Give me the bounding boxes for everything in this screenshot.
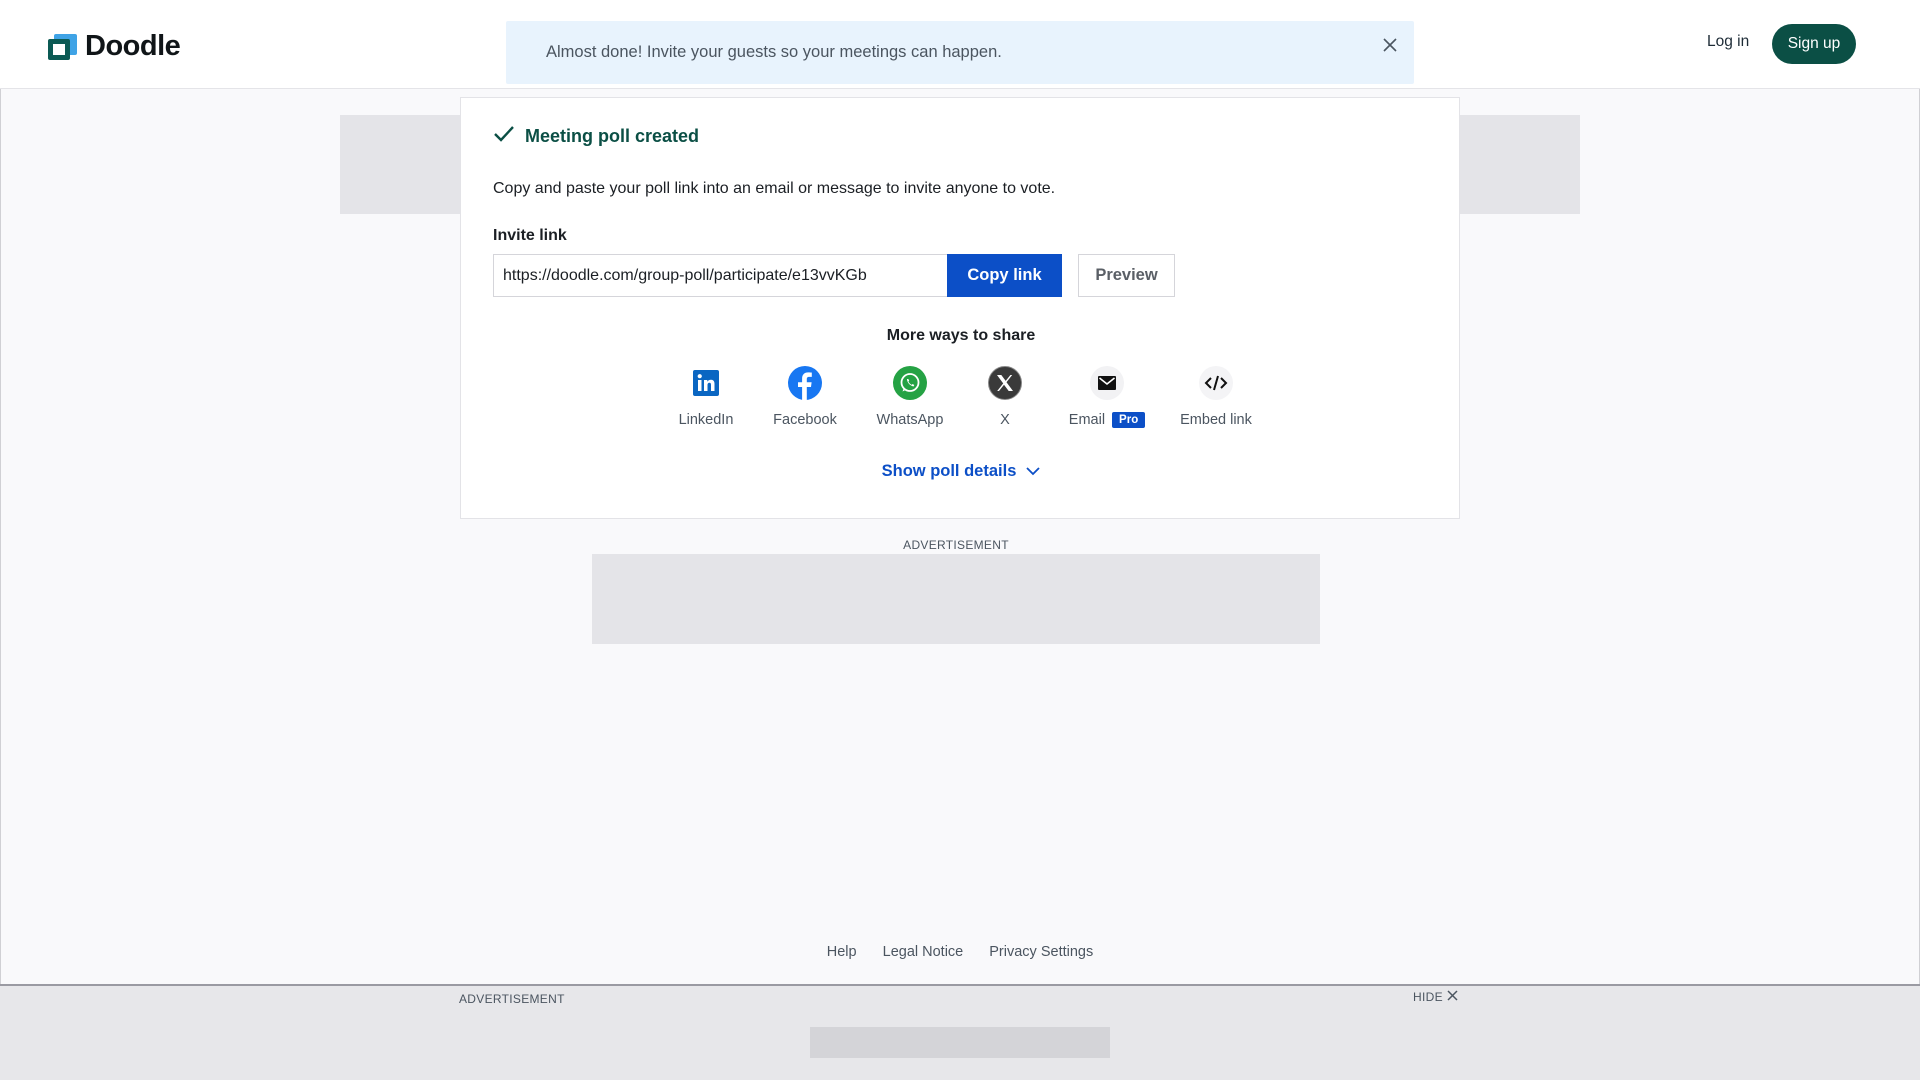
whatsapp-icon (893, 366, 927, 400)
doodle-logo[interactable]: Doodle (48, 30, 181, 63)
hide-ad-button[interactable]: HIDE (1413, 990, 1458, 1004)
bottom-ad-bar: ADVERTISEMENT HIDE (0, 984, 1920, 1080)
ad-placeholder-right (1459, 115, 1580, 214)
share-embed-link[interactable]: Embed link (1171, 360, 1261, 430)
copy-link-button[interactable]: Copy link (947, 254, 1062, 297)
footer-link-privacy-settings[interactable]: Privacy Settings (989, 944, 1093, 960)
share-email[interactable]: Email Pro (1057, 360, 1157, 430)
footer-link-legal-notice[interactable]: Legal Notice (883, 944, 964, 960)
footer-links: Help Legal Notice Privacy Settings (0, 944, 1920, 960)
share-whatsapp[interactable]: WhatsApp (865, 360, 955, 430)
banner-text: Almost done! Invite your guests so your … (546, 43, 1002, 61)
share-label: WhatsApp (876, 412, 944, 428)
linkedin-icon (689, 366, 723, 400)
show-details-label: Show poll details (881, 462, 1017, 480)
close-icon (1447, 990, 1458, 1004)
ad-placeholder-left (340, 115, 461, 214)
footer-link-help[interactable]: Help (827, 944, 857, 960)
x-icon (988, 366, 1022, 400)
advertisement-label: ADVERTISEMENT (903, 538, 1009, 552)
ad-placeholder-bottom (810, 1027, 1110, 1058)
ad-placeholder-middle (592, 554, 1320, 644)
share-label: Facebook (773, 412, 837, 428)
pro-badge: Pro (1112, 412, 1146, 428)
chevron-down-icon (1026, 462, 1041, 481)
poll-created-card: Meeting poll created Copy and paste your… (460, 97, 1460, 519)
share-label: X (1000, 412, 1010, 428)
share-x[interactable]: X (960, 360, 1050, 430)
share-options: LinkedIn Facebook WhatsApp X Email Pro E… (661, 360, 1261, 430)
invite-link-input[interactable] (493, 254, 948, 297)
success-title: Meeting poll created (525, 126, 700, 146)
checkmark-icon (493, 125, 515, 148)
share-label-email: Email Pro (1057, 412, 1157, 428)
signup-button[interactable]: Sign up (1772, 24, 1856, 64)
more-ways-heading: More ways to share (886, 327, 1036, 344)
success-header: Meeting poll created (493, 125, 699, 148)
share-label: Embed link (1180, 412, 1252, 428)
share-label: LinkedIn (678, 412, 734, 428)
share-facebook[interactable]: Facebook (760, 360, 850, 430)
bottom-advertisement-label: ADVERTISEMENT (459, 992, 565, 1006)
share-linkedin[interactable]: LinkedIn (661, 360, 751, 430)
invite-link-label: Invite link (493, 227, 567, 244)
doodle-logo-icon (48, 33, 77, 60)
hide-label: HIDE (1413, 990, 1443, 1004)
code-icon (1199, 366, 1233, 400)
login-link[interactable]: Log in (1707, 33, 1749, 51)
top-header: Doodle Almost done! Invite your guests s… (0, 0, 1920, 89)
instructions-text: Copy and paste your poll link into an em… (493, 180, 1056, 197)
facebook-icon (788, 366, 822, 400)
show-poll-details-toggle[interactable]: Show poll details (461, 462, 1461, 481)
logo-text: Doodle (85, 30, 181, 62)
email-icon (1090, 366, 1124, 400)
preview-button[interactable]: Preview (1078, 254, 1175, 297)
share-label: Email (1068, 412, 1106, 428)
close-icon[interactable] (1378, 33, 1402, 57)
invite-reminder-banner: Almost done! Invite your guests so your … (506, 21, 1414, 84)
